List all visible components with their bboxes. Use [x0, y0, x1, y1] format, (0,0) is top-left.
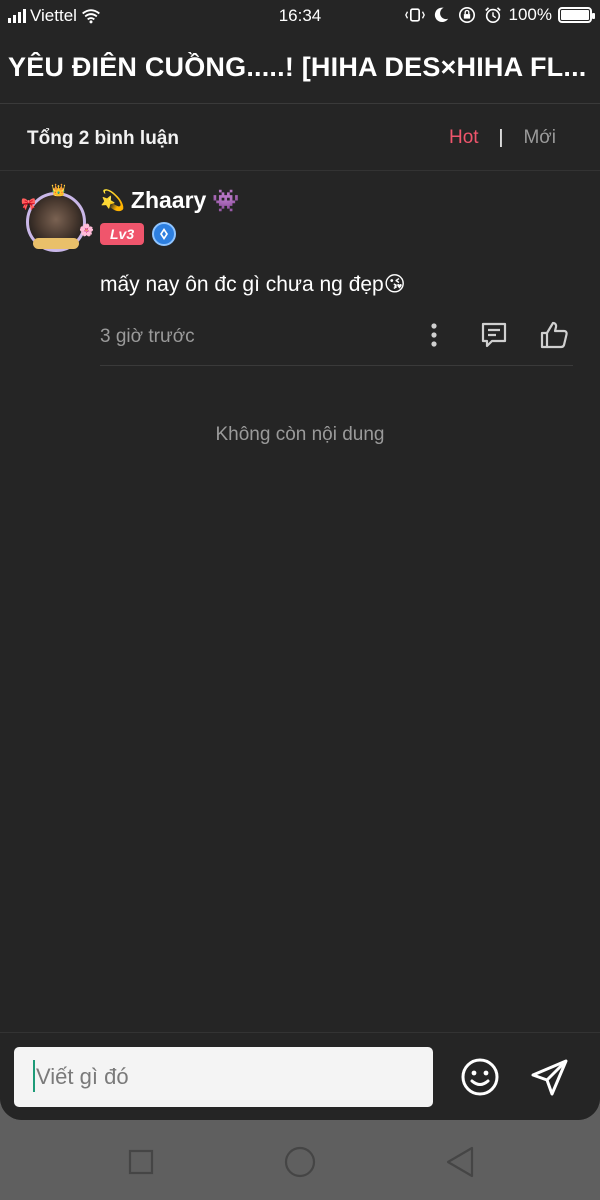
comments-screen: Viettel 16:34 100% YÊU ĐIÊN CUỒNG.....! … — [0, 0, 600, 1120]
vibrate-icon — [404, 8, 425, 22]
status-right: 100% — [404, 5, 595, 25]
status-bar: Viettel 16:34 100% — [0, 0, 600, 32]
comment-meta: 3 giờ trước — [100, 321, 573, 366]
bow-icon: 🎀 — [21, 197, 36, 211]
flower-icon: 🌸 — [79, 223, 94, 237]
comment-text: mấy nay ôn đc gì chưa ng đẹp😘 — [100, 273, 406, 296]
comment-input-bar — [0, 1032, 600, 1120]
title-bar: YÊU ĐIÊN CUỒNG.....! [HIHA DES×HIHA FL..… — [0, 32, 600, 104]
comments-header: Tổng 2 bình luận Hot | Mới — [0, 104, 600, 171]
more-vertical-icon[interactable] — [417, 318, 451, 352]
comment-icon[interactable] — [477, 318, 511, 352]
recent-apps-icon[interactable] — [121, 1142, 161, 1182]
back-icon[interactable] — [440, 1142, 480, 1182]
home-icon[interactable] — [280, 1142, 320, 1182]
comment-count: Tổng 2 bình luận — [27, 128, 179, 149]
lock-rotation-icon — [458, 6, 475, 24]
sort-new-tab[interactable]: Mới — [523, 127, 556, 149]
username[interactable]: Zhaary — [131, 187, 206, 214]
alarm-icon — [484, 7, 501, 24]
send-icon[interactable] — [528, 1055, 572, 1099]
comment-actions — [417, 318, 571, 352]
sort-tabs: Hot | Mới — [449, 127, 556, 149]
avatar[interactable]: 👑 🎀 🌸 — [21, 183, 94, 256]
comment-user-row: 💫 Zhaary 👾 — [100, 187, 240, 214]
sort-separator: | — [498, 127, 504, 148]
thumbs-up-icon[interactable] — [537, 318, 571, 352]
smiley-icon[interactable] — [458, 1055, 502, 1099]
comment-item: 👑 🎀 🌸 💫 Zhaary 👾 Lv3 mấy nay ôn đc gì ch… — [0, 172, 600, 368]
text-caret — [33, 1060, 35, 1092]
avatar-frame-ribbon — [33, 238, 79, 249]
role-badge-icon — [152, 222, 177, 246]
sparkle-emoji: 💫 — [100, 190, 125, 212]
monster-emoji: 👾 — [212, 187, 240, 213]
system-nav-bar — [0, 1120, 600, 1200]
level-badge: Lv3 — [100, 223, 145, 245]
sort-hot-tab[interactable]: Hot — [449, 127, 479, 149]
user-badges: Lv3 — [100, 222, 177, 246]
comment-input[interactable] — [14, 1047, 433, 1107]
comment-time: 3 giờ trước — [100, 326, 195, 347]
crown-icon: 👑 — [51, 183, 66, 197]
battery-percent: 100% — [508, 5, 552, 24]
page-title: YÊU ĐIÊN CUỒNG.....! [HIHA DES×HIHA FL..… — [8, 52, 587, 82]
end-of-list-note: Không còn nội dung — [215, 424, 385, 445]
battery-icon — [558, 7, 595, 23]
moon-icon — [434, 7, 448, 23]
